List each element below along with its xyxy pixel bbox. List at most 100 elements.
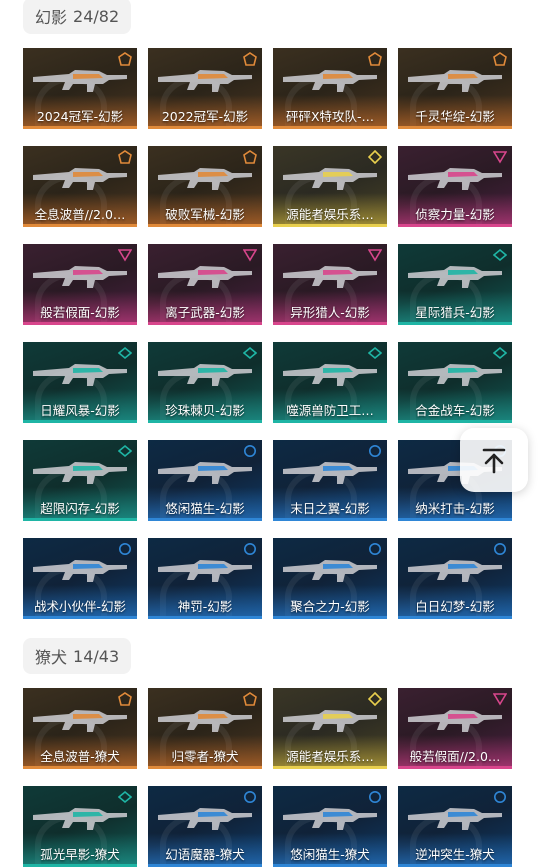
ultra-tier-icon [118,52,132,66]
weapon-image [408,560,502,582]
skin-card[interactable]: 破败军械-幻影 [148,146,262,227]
tier-stripe [148,224,262,227]
weapon-image [158,462,252,484]
skin-name: 全息波普//2.0… [34,207,126,222]
deluxe-tier-icon [118,790,132,804]
skin-card[interactable]: 2024冠军-幻影 [23,48,137,129]
skin-card[interactable]: 源能者娱乐系… [273,146,387,227]
skin-name: 珍珠棘贝-幻影 [165,403,245,418]
weapon-image [408,168,502,190]
tier-stripe [273,518,387,521]
skin-card[interactable]: 离子武器-幻影 [148,244,262,325]
weapon-image [158,168,252,190]
select-tier-icon [119,543,131,555]
premium-tier-icon [118,249,132,262]
tier-stripe [273,766,387,769]
back-to-top-button[interactable] [460,428,528,492]
skin-card[interactable]: 孤光早影-獠犬 [23,786,137,867]
exclusive-tier-icon [368,150,382,164]
skin-card[interactable]: 源能者娱乐系… [273,688,387,769]
tier-stripe [273,420,387,423]
weapon-image [408,808,502,830]
skin-card[interactable]: 千灵华绽-幻影 [398,48,512,129]
tier-stripe [273,322,387,325]
skin-name: 合金战车-幻影 [415,403,495,418]
skin-card[interactable]: 般若假面-幻影 [23,244,137,325]
skin-card[interactable]: 合金战车-幻影 [398,342,512,423]
skin-card[interactable]: 噬源兽防卫工… [273,342,387,423]
skin-name: 异形猎人-幻影 [290,305,370,320]
deluxe-tier-icon [243,346,257,360]
skin-card[interactable]: 全息波普-獠犬 [23,688,137,769]
skin-card[interactable]: 般若假面//2.0… [398,688,512,769]
skin-card[interactable]: 星际猎兵-幻影 [398,244,512,325]
weapon-image [408,364,502,386]
ultra-tier-icon [368,52,382,66]
skin-name: 千灵华绽-幻影 [415,109,495,124]
tier-stripe [398,766,512,769]
skin-card[interactable]: 悠闲猫生-幻影 [148,440,262,521]
skin-name: 全息波普-獠犬 [40,749,120,764]
select-tier-icon [494,791,506,803]
tier-stripe [398,224,512,227]
tier-stripe [23,420,137,423]
tier-stripe [23,224,137,227]
tier-stripe [398,322,512,325]
deluxe-tier-icon [493,346,507,360]
skin-card[interactable]: 日耀风暴-幻影 [23,342,137,423]
skin-card[interactable]: 2022冠军-幻影 [148,48,262,129]
tier-stripe [148,518,262,521]
skin-card[interactable]: 珍珠棘贝-幻影 [148,342,262,423]
skin-card[interactable]: 异形猎人-幻影 [273,244,387,325]
skin-name: 般若假面-幻影 [40,305,120,320]
weapon-image [33,710,127,732]
ultra-tier-icon [493,52,507,66]
weapon-image [33,70,127,92]
weapon-image [283,364,377,386]
tier-stripe [398,518,512,521]
skin-card[interactable]: 砰砰X特攻队-… [273,48,387,129]
skin-card[interactable]: 幻语魔器-獠犬 [148,786,262,867]
weapon-image [33,808,127,830]
tier-stripe [273,126,387,129]
skin-name: 离子武器-幻影 [165,305,245,320]
section-header-spectre: 獠犬 14/43 [23,638,132,674]
deluxe-tier-icon [493,248,507,262]
skin-name: 砰砰X特攻队-… [285,109,375,124]
tier-stripe [273,224,387,227]
section-title: 幻影 [35,8,68,27]
ultra-tier-icon [243,150,257,164]
tier-stripe [148,126,262,129]
select-tier-icon [494,543,506,555]
skin-card[interactable]: 聚合之力-幻影 [273,538,387,619]
skin-card[interactable]: 侦察力量-幻影 [398,146,512,227]
skin-card[interactable]: 全息波普//2.0… [23,146,137,227]
skin-card[interactable]: 超限闪存-幻影 [23,440,137,521]
skin-name: 末日之翼-幻影 [290,501,370,516]
skin-name: 纳米打击-幻影 [415,501,495,516]
skin-name: 日耀风暴-幻影 [40,403,120,418]
weapon-image [158,266,252,288]
select-tier-icon [244,791,256,803]
weapon-image [158,70,252,92]
exclusive-tier-icon [368,692,382,706]
tier-stripe [23,766,137,769]
weapon-image [33,266,127,288]
skin-name: 星际猎兵-幻影 [415,305,495,320]
skin-card[interactable]: 悠闲猫生-獠犬 [273,786,387,867]
weapon-image [158,364,252,386]
section-title: 獠犬 [35,648,68,667]
weapon-image [408,266,502,288]
skin-card[interactable]: 逆冲突生-獠犬 [398,786,512,867]
premium-tier-icon [493,693,507,706]
weapon-image [158,710,252,732]
skin-card[interactable]: 战术小伙伴-幻影 [23,538,137,619]
tier-stripe [148,766,262,769]
skin-card[interactable]: 神罚-幻影 [148,538,262,619]
skin-name: 2022冠军-幻影 [161,109,249,124]
weapon-image [408,710,502,732]
skin-card[interactable]: 末日之翼-幻影 [273,440,387,521]
tier-stripe [398,616,512,619]
skin-card[interactable]: 白日幻梦-幻影 [398,538,512,619]
skin-card[interactable]: 归零者-獠犬 [148,688,262,769]
